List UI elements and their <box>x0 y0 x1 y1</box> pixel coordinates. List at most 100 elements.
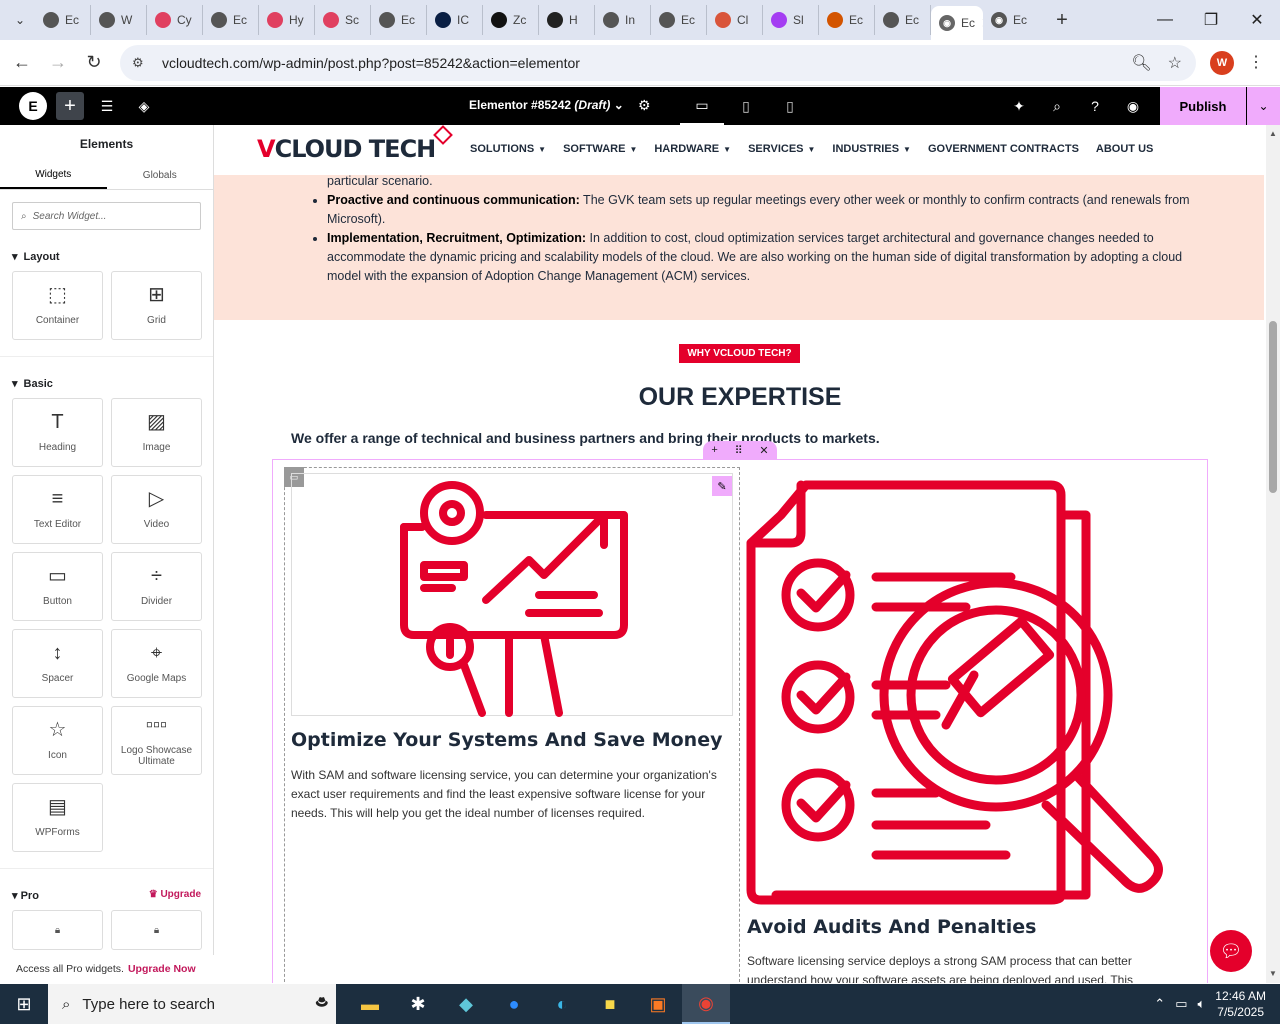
tab-search-button[interactable]: ⌄ <box>5 5 35 35</box>
scroll-down-icon[interactable]: ▼ <box>1269 969 1277 978</box>
widget-search-input[interactable]: ⌕ Search Widget... <box>12 202 201 230</box>
file-explorer-icon[interactable]: ▬ <box>346 984 394 1024</box>
forward-button[interactable]: → <box>40 45 76 81</box>
widget-tile[interactable]: ÷ Divider <box>111 552 202 621</box>
restore-button[interactable]: ❐ <box>1188 0 1234 40</box>
widget-tile[interactable]: ⌖ Google Maps <box>111 629 202 698</box>
close-window-button[interactable]: ✕ <box>1234 0 1280 40</box>
site-logo[interactable]: VCLOUD TECH <box>257 135 436 163</box>
widget-tile[interactable]: ☆ Icon <box>12 706 103 775</box>
bookmark-star-icon[interactable]: ☆ <box>1168 53 1182 73</box>
clock[interactable]: 12:46 AM 7/5/2025 <box>1215 988 1266 1020</box>
reload-button[interactable]: ↻ <box>76 45 112 81</box>
tab-item[interactable]: H <box>539 5 595 35</box>
edge-icon[interactable]: ◐ <box>538 984 586 1024</box>
windows-start-icon[interactable]: ⊞ <box>0 984 48 1024</box>
tablet-view-icon[interactable]: ▯ <box>724 87 768 125</box>
widget-tile[interactable]: T Heading <box>12 398 103 467</box>
tab-item[interactable]: Ec <box>203 5 259 35</box>
container-handle[interactable]: + ⠿ ✕ <box>703 441 777 459</box>
tab-item[interactable]: W <box>91 5 147 35</box>
chrome-icon[interactable]: ◉ <box>682 984 730 1024</box>
url-bar[interactable]: ⚙ vcloudtech.com/wp-admin/post.php?post=… <box>120 45 1196 81</box>
nav-item[interactable]: SOLUTIONS ▼ <box>470 143 546 155</box>
help-icon[interactable]: ? <box>1076 87 1114 125</box>
tab-item[interactable]: Hy <box>259 5 315 35</box>
app-icon[interactable]: ✱ <box>394 984 442 1024</box>
taskbar-search[interactable]: ⌕ Type here to search 🎩︎ <box>48 984 336 1024</box>
xampp-icon[interactable]: ▣ <box>634 984 682 1024</box>
pro-widget-locked[interactable]: 🔒︎ <box>12 910 103 950</box>
mobile-view-icon[interactable]: ▯ <box>768 87 812 125</box>
nav-item[interactable]: HARDWARE ▼ <box>654 143 731 155</box>
desktop-view-icon[interactable]: ▭ <box>680 87 724 125</box>
widget-tile[interactable]: ≡ Text Editor <box>12 475 103 544</box>
scroll-up-icon[interactable]: ▲ <box>1269 129 1277 138</box>
widget-tile[interactable]: ▭ Button <box>12 552 103 621</box>
minimize-button[interactable]: — <box>1142 0 1188 40</box>
add-icon[interactable]: + <box>711 444 717 456</box>
elementor-logo-icon[interactable]: E <box>19 92 47 120</box>
profile-avatar[interactable]: W <box>1210 51 1234 75</box>
notes-icon[interactable]: ✦ <box>1000 87 1038 125</box>
widget-tile[interactable]: ▷ Video <box>111 475 202 544</box>
browser-menu-icon[interactable]: ⋮ <box>1248 52 1264 72</box>
publish-options-button[interactable]: ⌄ <box>1247 87 1280 125</box>
page-settings-gear-icon[interactable]: ⚙ <box>638 97 651 114</box>
widget-tile[interactable]: ⊞ Grid <box>111 271 202 340</box>
chat-button[interactable]: 💬︎ <box>1210 930 1252 972</box>
pro-widget-locked[interactable]: 🔒︎ <box>111 910 202 950</box>
tab-item[interactable]: Ec <box>35 5 91 35</box>
drag-icon[interactable]: ⠿ <box>735 444 743 457</box>
chevron-up-icon[interactable]: ⌃ <box>1154 996 1165 1012</box>
close-icon[interactable]: ✕ <box>759 444 768 457</box>
upgrade-link[interactable]: ♛ Upgrade <box>149 889 201 902</box>
sticky-notes-icon[interactable]: ■ <box>586 984 634 1024</box>
widget-tile[interactable]: ↕ Spacer <box>12 629 103 698</box>
add-element-button[interactable]: + <box>56 92 84 120</box>
nav-item[interactable]: ABOUT US <box>1096 143 1153 155</box>
tab-item[interactable]: In <box>595 5 651 35</box>
tab-item[interactable]: Zc <box>483 5 539 35</box>
widget-tile[interactable]: ⬚ Container <box>12 271 103 340</box>
widget-tile[interactable]: ▨ Image <box>111 398 202 467</box>
category-basic[interactable]: ▾ Basic <box>12 377 201 391</box>
nav-item[interactable]: SERVICES ▼ <box>748 143 815 155</box>
site-settings-icon[interactable]: ☰ <box>93 92 121 120</box>
new-tab-button[interactable]: + <box>1047 5 1077 35</box>
tab-item[interactable]: Ec <box>371 5 427 35</box>
active-tab[interactable]: ◉ Ec ✕ <box>931 6 983 40</box>
widget-tile[interactable]: ▤ WPForms <box>12 783 103 852</box>
site-info-icon[interactable]: ⚙ <box>132 55 150 71</box>
structure-layers-icon[interactable]: ◈ <box>130 92 158 120</box>
zoom-icon[interactable]: 🔍︎ <box>1131 53 1151 73</box>
preview-eye-icon[interactable]: ◉ <box>1114 87 1152 125</box>
tab-globals[interactable]: Globals <box>107 162 214 189</box>
app-icon[interactable]: ◆ <box>442 984 490 1024</box>
tab-extra[interactable]: ◉ Ec <box>983 5 1039 35</box>
edit-pencil-icon[interactable]: ✎ <box>712 476 732 496</box>
zoom-app-icon[interactable]: ● <box>490 984 538 1024</box>
nav-item[interactable]: INDUSTRIES ▼ <box>832 143 911 155</box>
category-pro[interactable]: ▾ Pro ♛ Upgrade <box>12 889 201 902</box>
tab-item[interactable]: Cl <box>707 5 763 35</box>
search-icon[interactable]: ⌕ <box>1038 87 1076 125</box>
volume-icon[interactable]: 🔈︎ <box>1197 996 1205 1012</box>
canvas-scrollbar[interactable]: ▲ ▼ <box>1266 125 1280 983</box>
tab-item[interactable]: Cy <box>147 5 203 35</box>
tab-item[interactable]: Sl <box>763 5 819 35</box>
network-icon[interactable]: ▭ <box>1175 996 1187 1012</box>
tab-item[interactable]: Ec <box>875 5 931 35</box>
scroll-thumb[interactable] <box>1269 321 1277 493</box>
nav-item[interactable]: SOFTWARE ▼ <box>563 143 637 155</box>
widget-tile[interactable]: ▫▫▫ Logo Showcase Ultimate <box>111 706 202 775</box>
upgrade-now-link[interactable]: Upgrade Now <box>128 963 196 975</box>
category-layout[interactable]: ▾ Layout <box>12 250 201 264</box>
nav-item[interactable]: GOVERNMENT CONTRACTS <box>928 143 1079 155</box>
document-title[interactable]: Elementor #85242 (Draft) ⌄ <box>469 98 624 112</box>
back-button[interactable]: ← <box>4 45 40 81</box>
tab-widgets[interactable]: Widgets <box>0 162 107 189</box>
tab-item[interactable]: Ec <box>819 5 875 35</box>
tab-item[interactable]: Sc <box>315 5 371 35</box>
tab-item[interactable]: Ec <box>651 5 707 35</box>
